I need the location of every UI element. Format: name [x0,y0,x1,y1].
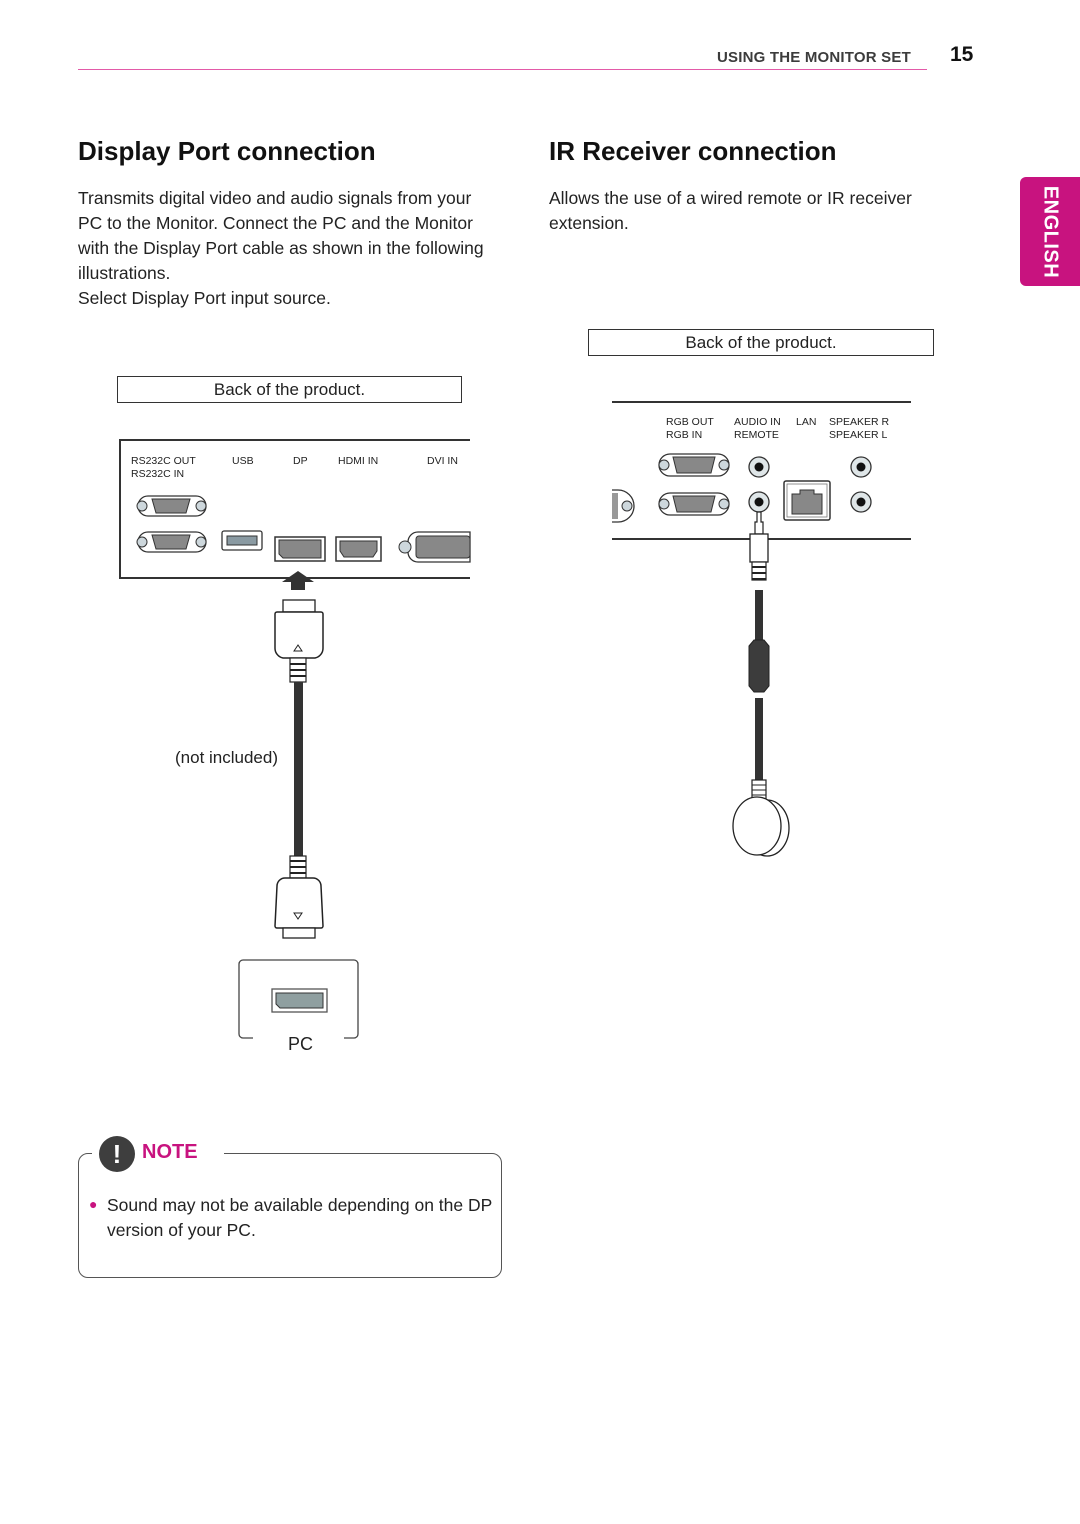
port-label-dvi: DVI IN [427,455,458,467]
port-label-rgb-out: RGB OUT [666,416,714,428]
ferrite-core-icon [748,639,770,693]
partial-port-icon [612,489,635,523]
hdmi-port-icon [335,536,382,562]
speaker-l-jack-icon [850,491,872,513]
port-label-dp: DP [293,455,308,467]
ir-cable-plug [749,511,769,581]
lan-port-icon [783,480,831,521]
pc-device-icon [238,959,359,1039]
port-label-rgb-in: RGB IN [666,429,703,441]
port-label-rs232c-out: RS232C OUT [131,455,196,467]
dp-cable-connector-top [274,599,324,683]
note-item: Sound may not be available depending on … [107,1195,492,1240]
note-bullet-icon: ● [89,1196,98,1212]
port-label-remote: REMOTE [734,429,779,441]
arrow-up-icon [282,571,314,590]
port-label-usb: USB [232,455,254,467]
port-label-lan: LAN [796,416,817,428]
port-label-rs232c-in: RS232C IN [131,468,185,480]
exclamation-icon: ! [99,1136,135,1172]
dp-cable [294,682,303,856]
port-label-speaker-l: SPEAKER L [829,429,888,441]
cable-not-included-label: (not included) [175,748,279,767]
rgb-out-port-icon [658,453,730,477]
dp-cable-connector-bottom [274,855,324,939]
pc-label: PC [288,1034,314,1054]
remote-jack-icon [748,491,770,513]
ir-receiver-description: Allows the use of a wired remote or IR r… [549,188,912,233]
ir-cable-upper [755,590,763,642]
note-title: NOTE [142,1141,198,1163]
ir-receiver-title: IR Receiver connection [549,136,837,166]
dvi-port-icon [398,531,471,563]
dp-port-icon [274,536,326,562]
rs232c-out-port-icon [136,495,207,517]
rgb-in-port-icon [658,492,730,516]
ir-cable-lower [755,698,763,780]
ir-receiver-caption: Back of the product. [588,329,934,356]
speaker-r-jack-icon [850,456,872,478]
port-label-audio-in: AUDIO IN [734,416,781,428]
usb-port-icon [221,530,263,551]
rs232c-in-port-icon [136,531,207,553]
ir-receiver-icon [732,779,790,857]
port-label-hdmi: HDMI IN [338,455,379,467]
audio-in-jack-icon [748,456,770,478]
port-label-speaker-r: SPEAKER R [829,416,890,428]
